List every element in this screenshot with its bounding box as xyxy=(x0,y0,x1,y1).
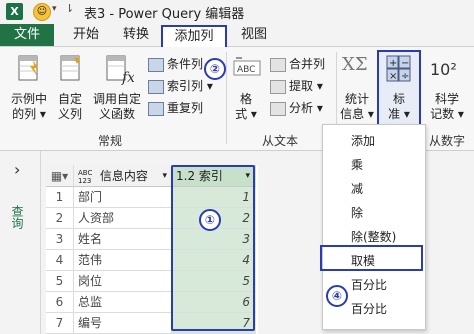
group-divider xyxy=(226,52,227,144)
index-column-highlight xyxy=(171,165,255,331)
standard-button[interactable]: 标 准 ▾ xyxy=(379,92,419,122)
window-title: 表3 - Power Query 编辑器 xyxy=(84,7,245,22)
table-select-all-icon[interactable]: ▦▾ xyxy=(46,165,74,187)
row-number: 3 xyxy=(46,229,74,250)
tab-transform[interactable]: 转换 xyxy=(114,24,158,46)
merge-columns-button[interactable]: 合并列 xyxy=(270,56,325,72)
menu-item-subtract[interactable]: 减 xyxy=(323,177,425,201)
quick-access-dropdown-icon[interactable]: ▾ xyxy=(52,4,57,14)
table-cell[interactable]: 范伟 xyxy=(74,250,172,271)
table-cell[interactable]: 部门 xyxy=(74,187,172,208)
menu-item-add[interactable]: 添加 xyxy=(323,129,425,153)
svg-text:ABC: ABC xyxy=(237,65,255,75)
group-label-from-number: 从数字 xyxy=(428,134,465,148)
extract-button[interactable]: 提取 ▾ xyxy=(270,78,323,94)
column-header-info[interactable]: ABC 123 信息内容 ▾ xyxy=(74,165,172,187)
tab-file[interactable]: 文件 xyxy=(0,24,54,46)
index-column-button[interactable]: 索引列 ▾ xyxy=(148,78,213,94)
conditional-column-button[interactable]: 条件列 xyxy=(148,56,203,72)
tab-home[interactable]: 开始 xyxy=(64,24,108,46)
scientific-icon: 10² xyxy=(430,60,457,79)
statistics-button[interactable]: 统计 信息 ▾ xyxy=(338,92,376,122)
excel-logo-icon: X xyxy=(6,3,23,20)
duplicate-column-button[interactable]: 重复列 xyxy=(148,100,203,116)
custom-column-icon xyxy=(58,54,82,89)
annotation-marker-1: ① xyxy=(199,209,221,231)
expand-pane-chevron-icon[interactable]: › xyxy=(14,160,20,179)
annotation-marker-2: ② xyxy=(204,58,226,80)
table-cell[interactable]: 人资部 xyxy=(74,208,172,229)
group-label-general: 常规 xyxy=(97,134,122,148)
custom-column-button[interactable]: 自定 义列 xyxy=(54,92,86,122)
merge-columns-icon xyxy=(270,57,286,72)
row-number: 5 xyxy=(46,271,74,292)
table-cell[interactable]: 总监 xyxy=(74,292,172,313)
modulo-highlight xyxy=(320,245,423,271)
standard-operations-icon: + − × ÷ xyxy=(386,55,412,86)
index-column-icon xyxy=(148,79,164,94)
parse-icon xyxy=(270,101,286,116)
filter-dropdown-icon[interactable]: ▾ xyxy=(162,165,167,186)
annotation-marker-4: ④ xyxy=(326,285,348,307)
svg-text:+: + xyxy=(389,58,397,69)
feedback-smiley-icon[interactable]: ☺ xyxy=(33,3,51,21)
table-cell[interactable]: 姓名 xyxy=(74,229,172,250)
group-label-from-text: 从文本 xyxy=(261,134,298,148)
duplicate-column-icon xyxy=(148,101,164,116)
row-number: 1 xyxy=(46,187,74,208)
svg-text:÷: ÷ xyxy=(401,71,409,82)
conditional-column-icon xyxy=(148,57,164,72)
row-number: 6 xyxy=(46,292,74,313)
queries-pane-label[interactable]: 查询 xyxy=(10,205,26,229)
invoke-function-icon: fx xyxy=(104,54,135,89)
row-number: 2 xyxy=(46,208,74,229)
menu-item-divide[interactable]: 除 xyxy=(323,201,425,225)
svg-text:−: − xyxy=(401,58,409,69)
tab-view[interactable]: 视图 xyxy=(232,24,276,46)
table-cell[interactable]: 编号 xyxy=(74,313,172,334)
format-icon: ABC xyxy=(232,56,262,85)
type-any-icon: ABC 123 xyxy=(78,168,93,185)
row-number: 7 xyxy=(46,313,74,334)
invoke-custom-function-button[interactable]: 调用自定 义函数 xyxy=(88,92,146,122)
scientific-button[interactable]: 科学 记数 ▾ xyxy=(424,92,470,122)
tab-add-column[interactable]: 添加列 xyxy=(161,25,227,49)
table-cell[interactable]: 岗位 xyxy=(74,271,172,292)
row-number: 4 xyxy=(46,250,74,271)
svg-text:×: × xyxy=(389,71,397,82)
extract-icon xyxy=(270,79,286,94)
statistics-icon: XΣ xyxy=(342,54,368,75)
example-column-button[interactable]: 示例中 的列 ▾ xyxy=(4,92,54,122)
menu-item-multiply[interactable]: 乘 xyxy=(323,153,425,177)
parse-button[interactable]: 分析 ▾ xyxy=(270,100,323,116)
quick-access-customize-icon[interactable]: ⇂ xyxy=(65,2,74,15)
svg-text:fx: fx xyxy=(121,70,134,86)
queries-pane xyxy=(0,151,41,334)
example-column-icon xyxy=(16,54,42,89)
format-button[interactable]: 格 式 ▾ xyxy=(230,92,262,122)
